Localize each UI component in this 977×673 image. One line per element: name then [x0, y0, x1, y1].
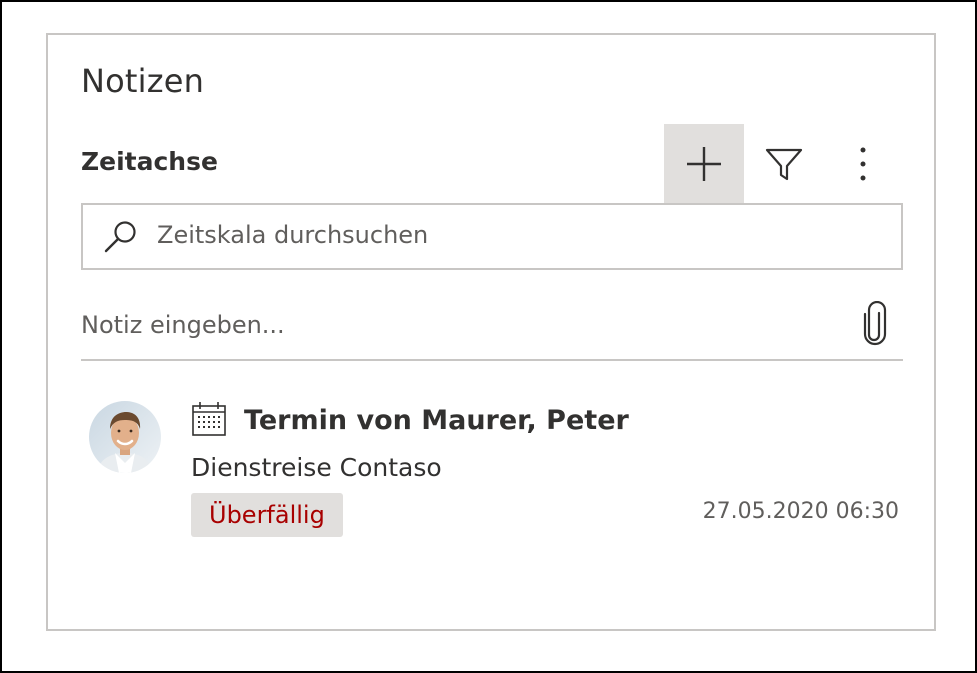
calendar-icon	[192, 402, 226, 436]
timeline-item[interactable]: Termin von Maurer, Peter Dienstreise Con…	[81, 387, 901, 547]
search-input[interactable]	[157, 213, 887, 257]
timeline-item-title: Termin von Maurer, Peter	[244, 405, 629, 436]
avatar-photo	[89, 401, 161, 473]
plus-icon	[687, 146, 721, 181]
timeline-item-date: 27.05.2020 06:30	[702, 499, 899, 524]
attach-button[interactable]	[857, 300, 893, 347]
notes-panel: Notizen Zeitachse Zeitskala durchsuchen …	[46, 33, 936, 631]
status-badge: Überfällig	[191, 493, 343, 537]
more-options-button[interactable]	[823, 124, 903, 203]
search-icon	[104, 221, 136, 253]
search-box	[81, 203, 903, 270]
more-vertical-icon	[860, 147, 866, 180]
paperclip-icon	[863, 300, 887, 346]
note-entry-row	[81, 293, 903, 361]
filter-button[interactable]	[744, 124, 824, 203]
window-frame: Notizen Zeitachse Zeitskala durchsuchen …	[0, 0, 977, 673]
timeline-item-subtitle: Dienstreise Contaso	[191, 453, 442, 482]
avatar	[89, 401, 161, 473]
section-title-timeline: Zeitachse	[81, 147, 218, 176]
note-input[interactable]	[81, 303, 821, 347]
add-button[interactable]	[664, 124, 744, 203]
panel-title: Notizen	[81, 62, 205, 100]
filter-icon	[765, 148, 803, 180]
